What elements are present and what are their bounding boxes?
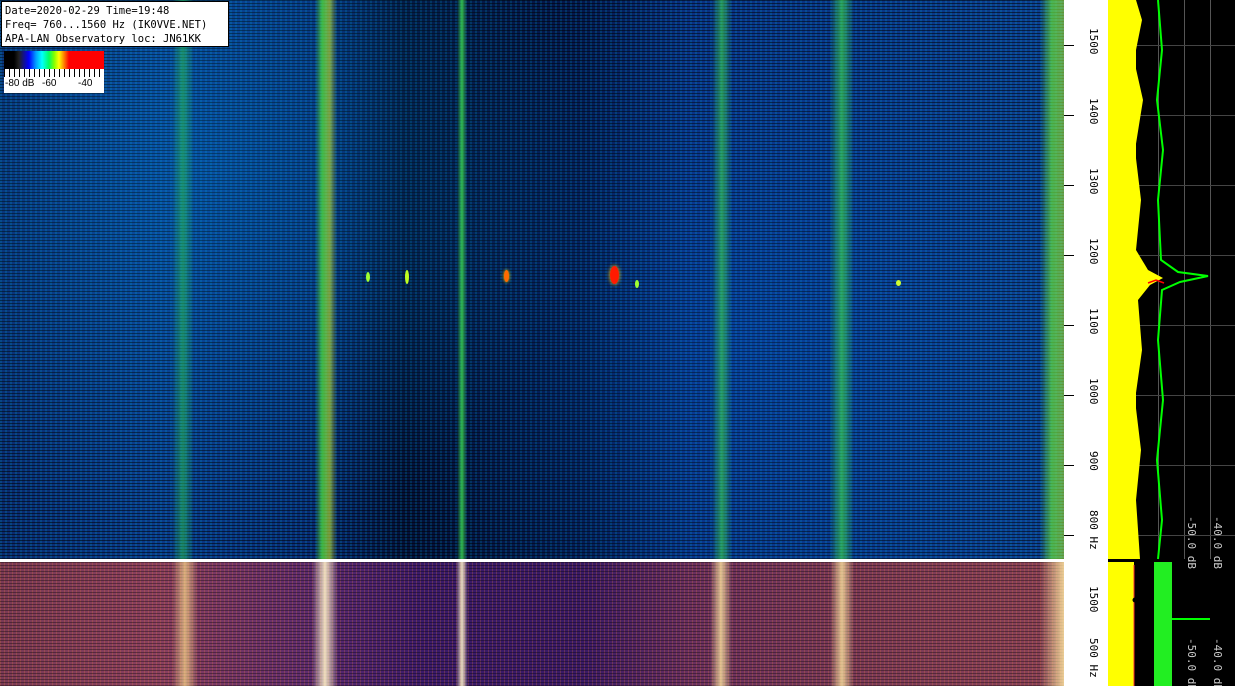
emission-band: [830, 0, 854, 559]
frequency-range-text: Freq= 760...1560 Hz (IK0VVE.NET): [5, 19, 208, 31]
scale-label-max: -40: [78, 78, 93, 89]
emission-band: [172, 562, 198, 686]
compressed-waterfall: [0, 562, 1064, 686]
freq-tick-label: 1500: [1087, 28, 1100, 55]
lower-average-spectrum: [1108, 562, 1134, 686]
emission-band: [172, 0, 194, 559]
signal-trace: [405, 270, 409, 284]
emission-band: [456, 562, 468, 686]
scale-label-mid: -60: [42, 78, 57, 89]
emission-band: [457, 0, 467, 559]
color-scale-labels: -80 dB -60 -40: [4, 78, 104, 92]
color-scale-bar: [4, 51, 104, 69]
color-scale-legend: -80 dB -60 -40: [4, 51, 104, 93]
observation-info-box: Date=2020-02-29 Time=19:48 Freq= 760...1…: [1, 1, 229, 47]
frequency-labels: 1500 1400 1300 1200 1100 1000 900 800 Hz…: [1064, 0, 1108, 686]
freq-tick-label: 1200: [1087, 238, 1100, 265]
waterfall-spectrogram: [0, 0, 1064, 559]
peak-spectrum-trace: [1155, 0, 1209, 560]
lower-peak-spectrum: [1154, 562, 1172, 686]
freq-tick-label: 900: [1087, 451, 1100, 471]
scale-label-min: -80 dB: [5, 78, 35, 89]
date-time-text: Date=2020-02-29 Time=19:48: [5, 5, 170, 17]
spectrum-plot: [1108, 0, 1210, 686]
signal-trace: [610, 266, 619, 284]
emission-band: [1040, 0, 1064, 559]
emission-band: [312, 562, 338, 686]
freq-tick-label: 500 Hz: [1087, 638, 1100, 678]
freq-tick-label: 1000: [1087, 378, 1100, 405]
db-scale-label: -50.0 dB: [1185, 516, 1198, 569]
vlf-spectrogram-display: 1500 1500 1400 1300 1200 1100 1000 900 8…: [0, 0, 1235, 686]
freq-tick-label: 800 Hz: [1087, 510, 1100, 550]
db-scale-label: -40.0 dB: [1211, 516, 1224, 569]
db-scale-label: -50.0 dB: [1185, 638, 1198, 686]
emission-band: [315, 0, 337, 559]
spectrum-panel: -50.0 dB -40.0 dB -50.0 dB -40.0 dB: [1108, 0, 1235, 686]
signal-trace: [896, 280, 901, 286]
signal-trace: [504, 270, 509, 282]
cursor-marker: [1132, 597, 1138, 603]
signal-trace: [635, 280, 639, 288]
color-scale-ticks: [4, 69, 104, 77]
freq-tick-label: 1400: [1087, 98, 1100, 125]
freq-tick-label: 1500: [1087, 586, 1100, 613]
emission-band: [1040, 562, 1064, 686]
observatory-text: APA-LAN Observatory loc: JN61KK: [5, 33, 201, 45]
freq-tick-label: 1300: [1087, 168, 1100, 195]
signal-trace: [366, 272, 370, 282]
average-spectrum-fill: [1108, 0, 1136, 559]
emission-band: [710, 562, 732, 686]
emission-band: [830, 562, 854, 686]
freq-tick-label: 1100: [1087, 308, 1100, 335]
emission-band: [712, 0, 732, 559]
db-scale-label: -40.0 dB: [1211, 638, 1224, 686]
